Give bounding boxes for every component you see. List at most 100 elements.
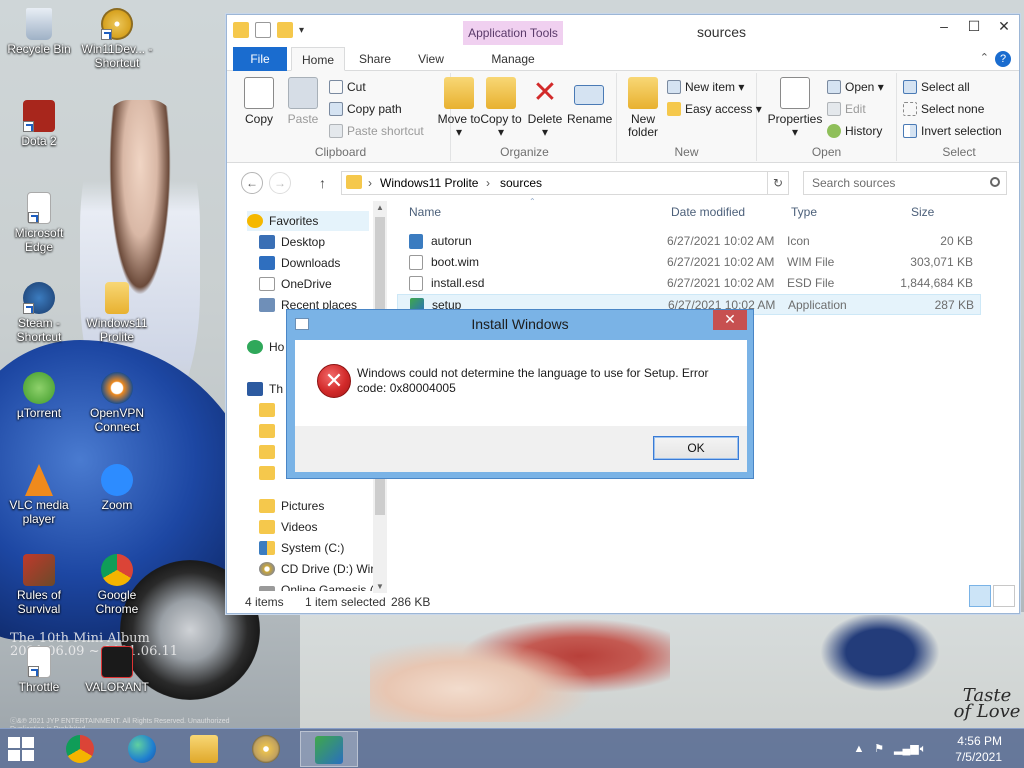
taskbar-chrome[interactable] bbox=[52, 731, 110, 767]
tab-manage[interactable]: Manage bbox=[463, 47, 563, 71]
select-none-button[interactable]: Select none bbox=[903, 99, 984, 119]
delete-button[interactable]: ✕ Delete ▾ bbox=[523, 77, 567, 139]
qat-dropdown-icon[interactable]: ▾ bbox=[299, 25, 304, 36]
desktop-icon-valorant[interactable]: VALORANT bbox=[78, 646, 156, 694]
forward-arrow-icon[interactable]: → bbox=[269, 172, 291, 194]
move-to-button[interactable]: Move to ▾ bbox=[437, 77, 481, 139]
nav-homegroup[interactable]: Ho bbox=[247, 337, 284, 357]
up-arrow-icon[interactable]: ↑ bbox=[319, 175, 326, 191]
new-item-button[interactable]: New item ▾ bbox=[667, 77, 744, 97]
easy-access-button[interactable]: Easy access ▾ bbox=[667, 99, 762, 119]
nav-favorites[interactable]: Favorites bbox=[247, 211, 369, 231]
nav-folder[interactable] bbox=[259, 442, 281, 462]
desktop-icon-openvpn[interactable]: OpenVPN Connect bbox=[78, 372, 156, 434]
nav-pictures[interactable]: Pictures bbox=[259, 496, 324, 516]
table-row[interactable]: boot.wim 6/27/2021 10:02 AM WIM File 303… bbox=[397, 252, 981, 273]
breadcrumb-item[interactable]: sources bbox=[500, 176, 542, 190]
nav-folder[interactable] bbox=[259, 400, 281, 420]
window-controls: – ☐ ✕ bbox=[929, 15, 1019, 39]
search-input[interactable]: Search sources bbox=[803, 171, 1007, 195]
copy-to-button[interactable]: Copy to ▾ bbox=[479, 77, 523, 139]
desktop-icon-windows11-prolite[interactable]: Windows11 Prolite bbox=[78, 282, 156, 344]
tab-view[interactable]: View bbox=[409, 47, 453, 71]
desktop-icon-utorrent[interactable]: µTorrent bbox=[0, 372, 78, 420]
taskbar-edge[interactable] bbox=[114, 731, 172, 767]
show-hidden-icons-icon[interactable]: ▲ bbox=[852, 742, 866, 756]
copy-button[interactable]: Copy bbox=[237, 77, 281, 126]
desktop-icon-google-chrome[interactable]: Google Chrome bbox=[78, 554, 156, 616]
new-folder-icon[interactable] bbox=[277, 22, 293, 38]
action-center-flag-icon[interactable]: ⚑ bbox=[872, 742, 886, 756]
nav-this-pc[interactable]: Th bbox=[247, 379, 283, 399]
edit-button[interactable]: Edit bbox=[827, 99, 866, 119]
desktop-icon-zoom[interactable]: Zoom bbox=[78, 464, 156, 512]
taskbar-file-explorer[interactable] bbox=[176, 731, 234, 767]
history-button[interactable]: History bbox=[827, 121, 882, 141]
cut-button[interactable]: Cut bbox=[329, 77, 366, 97]
desktop-icon-label: VLC media player bbox=[9, 498, 69, 526]
desktop-icon-rules-of-survival[interactable]: Rules of Survival bbox=[0, 554, 78, 616]
select-all-button[interactable]: Select all bbox=[903, 77, 970, 97]
nav-desktop[interactable]: Desktop bbox=[259, 232, 325, 252]
ribbon-collapse-icon[interactable]: ⌃ bbox=[980, 51, 989, 64]
nav-onedrive[interactable]: OneDrive bbox=[259, 274, 332, 294]
desktop-icon-label: OpenVPN Connect bbox=[89, 406, 145, 434]
close-button[interactable]: ✕ bbox=[989, 15, 1019, 39]
taskbar-install-windows[interactable] bbox=[300, 731, 358, 767]
taskbar-setup-disc[interactable] bbox=[238, 731, 296, 767]
desktop-icon-win11dev-shortcut[interactable]: Win11Dev... - Shortcut bbox=[78, 8, 156, 70]
column-header-type[interactable]: Type bbox=[791, 205, 817, 219]
breadcrumb-item[interactable]: Windows11 Prolite bbox=[380, 176, 478, 190]
address-bar[interactable]: › Windows11 Prolite › sources ⌄ bbox=[341, 171, 789, 195]
desktop-icon-vlc[interactable]: VLC media player bbox=[0, 464, 78, 526]
maximize-button[interactable]: ☐ bbox=[959, 15, 989, 39]
desktop-icon-recycle-bin[interactable]: Recycle Bin bbox=[0, 8, 78, 56]
column-header-date[interactable]: Date modified bbox=[671, 205, 745, 219]
properties-button[interactable]: Properties ▾ bbox=[765, 77, 825, 139]
copy-path-button[interactable]: Copy path bbox=[329, 99, 402, 119]
open-button[interactable]: Open ▾ bbox=[827, 77, 884, 97]
network-icon[interactable]: ▂▄▆ bbox=[894, 742, 919, 756]
folder-icon bbox=[259, 445, 275, 459]
volume-icon[interactable]: 🔈︎ bbox=[916, 742, 930, 756]
desktop-icon-edge[interactable]: Microsoft Edge bbox=[0, 192, 78, 254]
large-icons-view-icon[interactable] bbox=[993, 585, 1015, 607]
tab-share[interactable]: Share bbox=[353, 47, 397, 71]
column-header-size[interactable]: Size bbox=[911, 205, 934, 219]
invert-selection-button[interactable]: Invert selection bbox=[903, 121, 1002, 141]
ok-button[interactable]: OK bbox=[653, 436, 739, 460]
column-header-name[interactable]: Name bbox=[409, 205, 441, 219]
desktop-icon-steam[interactable]: Steam - Shortcut bbox=[0, 282, 78, 344]
desktop-icon-throttle[interactable]: Throttle bbox=[0, 646, 78, 694]
scroll-up-arrow-icon[interactable]: ▲ bbox=[376, 203, 384, 212]
nav-videos[interactable]: Videos bbox=[259, 517, 317, 537]
install-windows-dialog[interactable]: Install Windows ✕ ✕ Windows could not de… bbox=[286, 309, 754, 479]
select-all-icon bbox=[903, 80, 917, 94]
tab-home[interactable]: Home bbox=[291, 47, 345, 71]
nav-downloads[interactable]: Downloads bbox=[259, 253, 340, 273]
paste-shortcut-button[interactable]: Paste shortcut bbox=[329, 121, 424, 141]
desktop-icon-dota2[interactable]: Dota 2 bbox=[0, 100, 78, 148]
dialog-close-button[interactable]: ✕ bbox=[713, 310, 747, 330]
title-bar[interactable]: ▾ Application Tools sources – ☐ ✕ bbox=[227, 15, 1019, 45]
details-view-icon[interactable] bbox=[969, 585, 991, 607]
start-button[interactable] bbox=[8, 737, 34, 761]
clock[interactable]: 4:56 PM 7/5/2021 bbox=[955, 733, 1002, 765]
rules-of-survival-icon bbox=[23, 554, 55, 586]
nav-folder[interactable] bbox=[259, 421, 281, 441]
minimize-button[interactable]: – bbox=[929, 15, 959, 39]
tab-file[interactable]: File bbox=[233, 47, 287, 71]
table-row[interactable]: install.esd 6/27/2021 10:02 AM ESD File … bbox=[397, 273, 981, 294]
nav-folder[interactable] bbox=[259, 463, 281, 483]
new-folder-button[interactable]: New folder bbox=[621, 77, 665, 139]
help-icon[interactable]: ? bbox=[995, 51, 1011, 67]
refresh-icon[interactable]: ↻ bbox=[767, 171, 789, 195]
properties-icon[interactable] bbox=[255, 22, 271, 38]
nav-cd-drive[interactable]: CD Drive (D:) Wir bbox=[259, 559, 374, 579]
table-row[interactable]: autorun 6/27/2021 10:02 AM Icon 20 KB bbox=[397, 231, 981, 252]
history-icon bbox=[827, 124, 841, 138]
back-arrow-icon[interactable]: ← bbox=[241, 172, 263, 194]
paste-button[interactable]: Paste bbox=[281, 77, 325, 126]
nav-system-c[interactable]: System (C:) bbox=[259, 538, 344, 558]
rename-button[interactable]: Rename bbox=[567, 77, 612, 126]
